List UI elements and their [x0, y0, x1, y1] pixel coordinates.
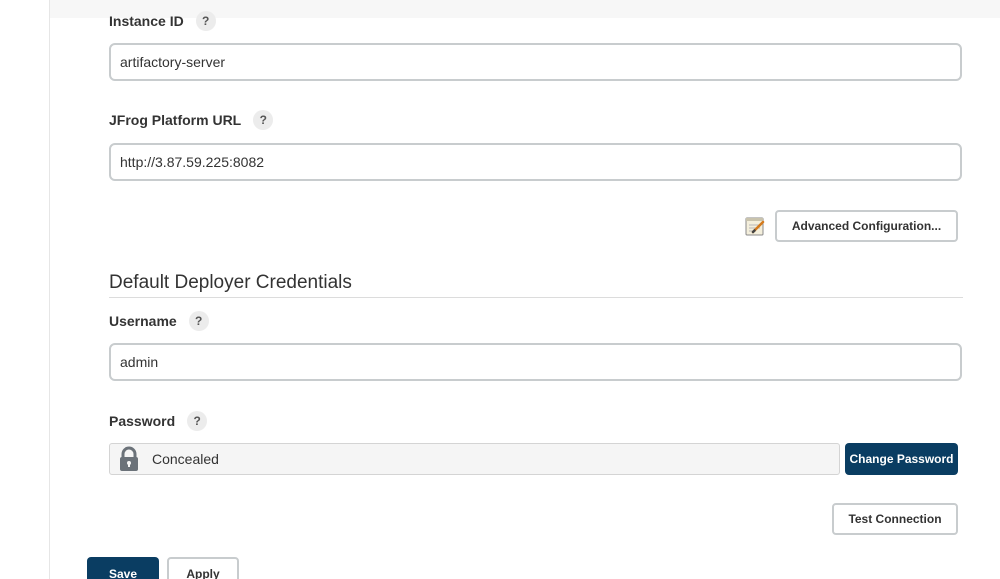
deployer-credentials-title: Default Deployer Credentials	[109, 272, 352, 293]
username-label-row: Username ?	[109, 311, 209, 331]
platform-url-help-icon[interactable]: ?	[253, 110, 274, 130]
apply-button[interactable]: Apply	[167, 557, 239, 579]
password-label: Password	[109, 413, 176, 429]
instance-id-label-row: Instance ID ?	[109, 11, 216, 31]
platform-url-input[interactable]	[109, 143, 962, 181]
instance-id-help-icon[interactable]: ?	[195, 11, 216, 31]
section-divider	[109, 297, 963, 298]
left-side-panel	[0, 0, 50, 579]
platform-url-label-row: JFrog Platform URL ?	[109, 110, 274, 130]
username-help-icon[interactable]: ?	[188, 311, 209, 331]
password-help-icon[interactable]: ?	[187, 411, 208, 431]
advanced-configuration-button[interactable]: Advanced Configuration...	[775, 210, 958, 242]
notepad-pencil-icon	[744, 215, 766, 237]
platform-url-label: JFrog Platform URL	[109, 112, 242, 128]
password-concealed-text: Concealed	[152, 451, 219, 467]
change-password-button[interactable]: Change Password	[845, 443, 958, 475]
save-button[interactable]: Save	[87, 557, 159, 579]
username-input[interactable]	[109, 343, 962, 381]
password-label-row: Password ?	[109, 411, 208, 431]
lock-icon	[116, 444, 142, 474]
test-connection-button[interactable]: Test Connection	[832, 503, 958, 535]
username-label: Username	[109, 313, 177, 329]
instance-id-label: Instance ID	[109, 13, 184, 29]
password-concealed-field: Concealed	[109, 443, 840, 475]
instance-id-input[interactable]	[109, 43, 962, 81]
